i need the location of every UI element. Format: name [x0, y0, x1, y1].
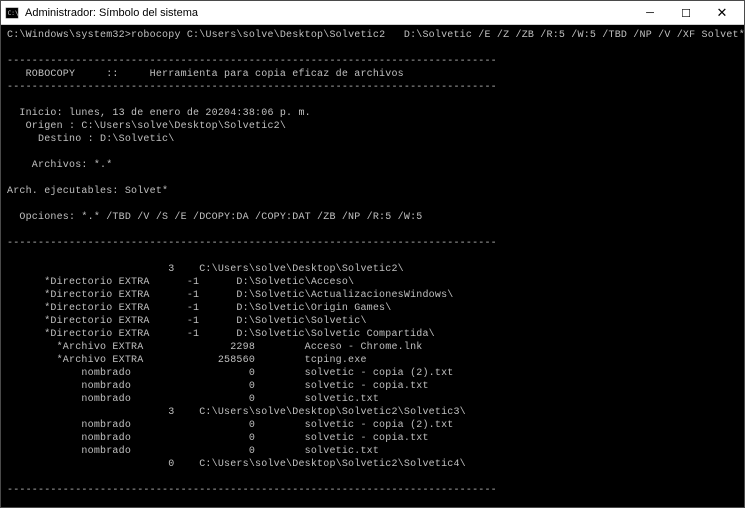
dash-line: ----------------------------------------… [7, 485, 497, 496]
listing-row: *Directorio EXTRA -1 D:\Solvetic\Solveti… [7, 329, 435, 340]
destino-line: Destino : D:\Solvetic\ [7, 134, 174, 145]
inicio-line: Inicio: lunes, 13 de enero de 20204:38:0… [7, 108, 311, 119]
listing-row: nombrado 0 solvetic.txt [7, 446, 379, 457]
titlebar[interactable]: C:\ Administrador: Símbolo del sistema ─… [1, 1, 744, 25]
command-prompt-window: C:\ Administrador: Símbolo del sistema ─… [0, 0, 745, 508]
listing-row: 0 C:\Users\solve\Desktop\Solvetic2\Solve… [7, 459, 466, 470]
terminal-output[interactable]: C:\Windows\system32>robocopy C:\Users\so… [1, 25, 744, 507]
opciones-line: Opciones: *.* /TBD /V /S /E /DCOPY:DA /C… [7, 212, 422, 223]
maximize-button[interactable]: ☐ [668, 1, 704, 25]
close-button[interactable]: ✕ [704, 1, 740, 25]
titlebar-text: Administrador: Símbolo del sistema [25, 7, 632, 19]
listing-row: nombrado 0 solvetic - copia.txt [7, 433, 429, 444]
listing-row: *Directorio EXTRA -1 D:\Solvetic\Solveti… [7, 316, 367, 327]
listing-row: nombrado 0 solvetic.txt [7, 394, 379, 405]
listing-row: nombrado 0 solvetic - copia (2).txt [7, 420, 453, 431]
listing-row: *Directorio EXTRA -1 D:\Solvetic\Acceso\ [7, 277, 354, 288]
listing-row: *Directorio EXTRA -1 D:\Solvetic\Actuali… [7, 290, 453, 301]
origen-line: Origen : C:\Users\solve\Desktop\Solvetic… [7, 121, 286, 132]
minimize-button[interactable]: ─ [632, 1, 668, 25]
listing-row: 3 C:\Users\solve\Desktop\Solvetic2\ [7, 264, 404, 275]
dash-line: ----------------------------------------… [7, 82, 497, 93]
window-controls: ─ ☐ ✕ [632, 1, 740, 24]
listing-row: nombrado 0 solvetic - copia.txt [7, 381, 429, 392]
command-text: robocopy C:\Users\solve\Desktop\Solvetic… [131, 30, 744, 41]
cmd-icon: C:\ [5, 6, 19, 20]
ejecutables-line: Arch. ejecutables: Solvet* [7, 186, 168, 197]
archivos-line: Archivos: *.* [7, 160, 112, 171]
robocopy-banner: ROBOCOPY :: Herramienta para copia efica… [7, 69, 404, 80]
prompt-line: C:\Windows\system32>robocopy C:\Users\so… [7, 30, 744, 41]
listing-row: nombrado 0 solvetic - copia (2).txt [7, 368, 453, 379]
listing-row: *Archivo EXTRA 2298 Acceso - Chrome.lnk [7, 342, 422, 353]
listing-row: *Archivo EXTRA 258560 tcping.exe [7, 355, 367, 366]
svg-text:C:\: C:\ [8, 9, 19, 16]
listing-row: *Directorio EXTRA -1 D:\Solvetic\Origin … [7, 303, 391, 314]
dash-line: ----------------------------------------… [7, 238, 497, 249]
listing-row: 3 C:\Users\solve\Desktop\Solvetic2\Solve… [7, 407, 466, 418]
prompt: C:\Windows\system32> [7, 30, 131, 41]
dash-line: ----------------------------------------… [7, 56, 497, 67]
